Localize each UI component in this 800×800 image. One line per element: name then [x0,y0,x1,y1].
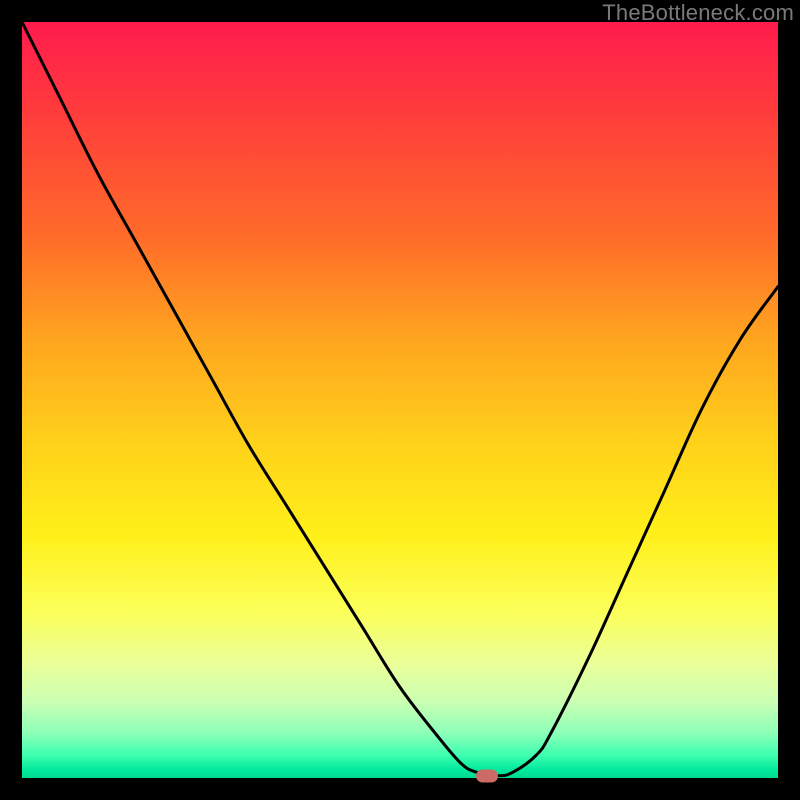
bottleneck-curve [22,22,778,778]
optimal-marker [476,769,498,782]
watermark-text: TheBottleneck.com [602,0,794,26]
plot-area [22,22,778,778]
chart-frame: TheBottleneck.com [0,0,800,800]
